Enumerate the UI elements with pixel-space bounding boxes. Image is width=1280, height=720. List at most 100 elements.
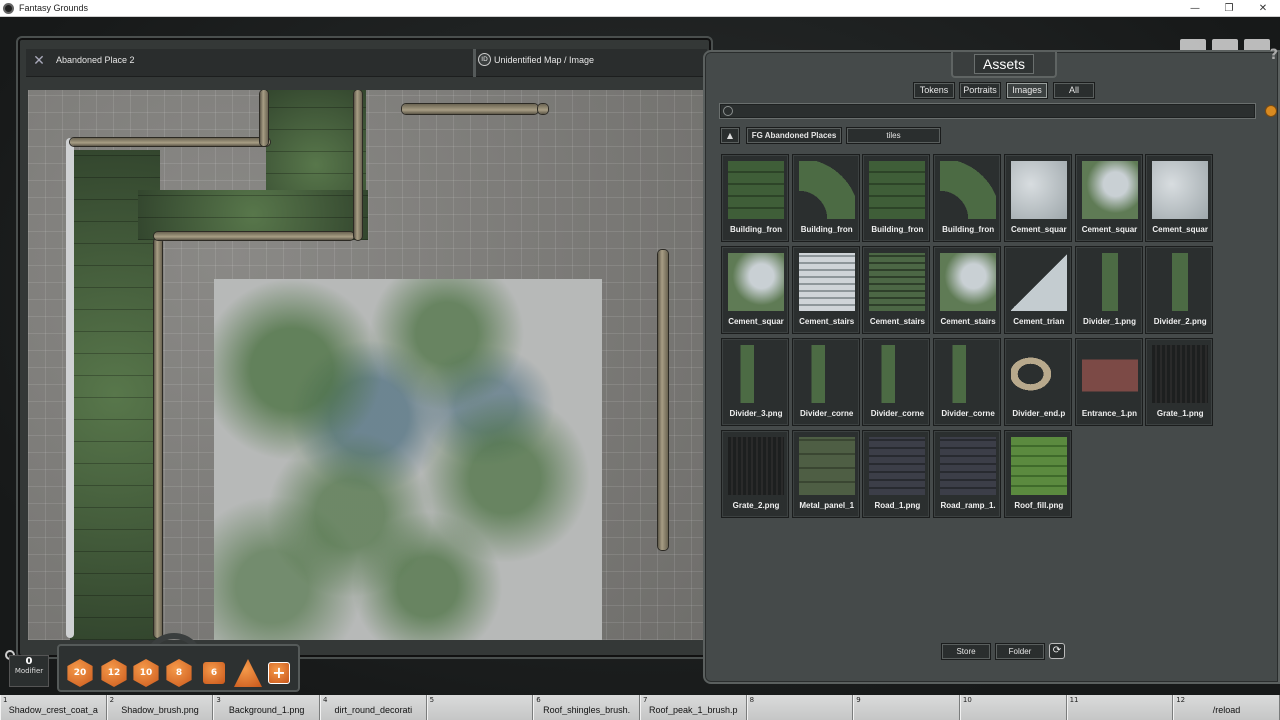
hotkey-slot[interactable]: 5: [426, 695, 534, 720]
asset-thumbnail: [798, 437, 855, 495]
asset-tile[interactable]: Grate_2.png: [721, 430, 789, 518]
asset-search-input[interactable]: [719, 103, 1256, 119]
asset-label: Building_fron: [942, 225, 995, 234]
die-d4-icon[interactable]: [234, 659, 262, 687]
hotkey-slot[interactable]: 11: [1066, 695, 1174, 720]
die-12-icon[interactable]: 12: [101, 659, 127, 687]
folder-up-button[interactable]: ▲: [720, 127, 740, 144]
hotkey-slot[interactable]: 9: [853, 695, 960, 720]
die-20-icon[interactable]: 20: [67, 659, 93, 687]
asset-tile[interactable]: Grate_1.png: [1145, 338, 1214, 426]
asset-label: Divider_corne: [941, 409, 995, 418]
asset-thumbnail: [1010, 345, 1067, 403]
hotkey-label: dirt_round_decorati: [334, 705, 413, 715]
asset-label: Cement_squar: [1011, 225, 1067, 234]
asset-tile[interactable]: Divider_corne: [933, 338, 1002, 426]
asset-thumbnail: [940, 345, 997, 403]
hotkey-number: 10: [962, 696, 972, 704]
asset-tile[interactable]: Metal_panel_1: [791, 430, 860, 518]
asset-tile[interactable]: Cement_squar: [1074, 154, 1143, 242]
hotkey-slot[interactable]: 2 Shadow_brush.png: [106, 695, 214, 720]
asset-tile[interactable]: Building_fron: [862, 154, 931, 242]
asset-label: Grate_1.png: [1156, 409, 1204, 418]
header-divider: [473, 49, 476, 77]
asset-label: Building_fron: [871, 225, 924, 234]
die-add-icon[interactable]: +: [268, 662, 290, 684]
map-canvas[interactable]: [28, 90, 708, 640]
folder-button[interactable]: Folder: [995, 643, 1045, 660]
help-icon[interactable]: ?: [1270, 47, 1278, 63]
asset-label: Building_fron: [800, 225, 853, 234]
asset-label: Road_1.png: [874, 501, 921, 510]
asset-thumbnail: [728, 253, 784, 311]
asset-label: Divider_corne: [870, 409, 925, 418]
hotkey-slot[interactable]: 8: [746, 695, 854, 720]
asset-tile[interactable]: Divider_end.p: [1003, 338, 1072, 426]
hotkey-slot[interactable]: 6 Roof_shingles_brush.: [533, 695, 640, 720]
hotkey-slot[interactable]: 12/reload: [1173, 695, 1280, 720]
window-title: Fantasy Grounds: [19, 3, 89, 13]
asset-thumbnail: [1152, 161, 1209, 219]
asset-label: Cement_stairs: [799, 317, 855, 326]
modifier-box[interactable]: 0 Modifier: [9, 655, 49, 687]
asset-tile[interactable]: Roof_fill.png: [1003, 430, 1072, 518]
map-pipe-joint: [538, 104, 548, 114]
filter-all[interactable]: All: [1053, 82, 1095, 99]
asset-tile[interactable]: Building_fron: [933, 154, 1002, 242]
hotkey-number: 7: [642, 696, 648, 704]
asset-label: Divider_1.png: [1083, 317, 1136, 326]
image-name[interactable]: Abandoned Place 2: [56, 55, 135, 65]
asset-tile[interactable]: Cement_stairs: [933, 246, 1002, 334]
store-button[interactable]: Store: [941, 643, 991, 660]
asset-tile[interactable]: Entrance_1.pn: [1074, 338, 1143, 426]
filter-images[interactable]: Images: [1006, 82, 1048, 99]
asset-tile[interactable]: Divider_3.png: [721, 338, 789, 426]
asset-thumbnail: [1010, 161, 1067, 219]
asset-tile[interactable]: Cement_stairs: [791, 246, 860, 334]
filter-tokens[interactable]: Tokens: [913, 82, 955, 99]
asset-thumbnail: [798, 345, 855, 403]
asset-tile[interactable]: Divider_corne: [791, 338, 860, 426]
asset-thumbnail: [728, 437, 784, 495]
die-6-icon[interactable]: 6: [203, 662, 225, 684]
path-subfolder[interactable]: tiles: [846, 127, 941, 144]
path-folder[interactable]: FG Abandoned Places: [746, 127, 842, 144]
asset-tile[interactable]: Divider_corne: [862, 338, 931, 426]
close-icon[interactable]: ✕: [30, 52, 48, 70]
maximize-button[interactable]: ❐: [1212, 3, 1246, 14]
close-window-button[interactable]: ✕: [1246, 3, 1280, 14]
refresh-icon[interactable]: ⟳: [1049, 643, 1065, 659]
hotkey-label: Shadow_brush.png: [121, 705, 199, 715]
asset-label: Metal_panel_1: [799, 501, 855, 510]
asset-tile[interactable]: Cement_squar: [721, 246, 789, 334]
asset-tile[interactable]: Divider_2.png: [1145, 246, 1214, 334]
asset-label: Divider_2.png: [1153, 317, 1207, 326]
assets-title: Assets: [951, 52, 1057, 78]
asset-tile[interactable]: Building_fron: [721, 154, 789, 242]
hotkey-slot[interactable]: 3 Background_1.png: [213, 695, 320, 720]
map-wall-vert: [260, 90, 268, 146]
hotkey-slot[interactable]: 4 dirt_round_decorati: [319, 695, 427, 720]
hotkey-number: 8: [749, 696, 755, 704]
hotkey-slot[interactable]: 10: [959, 695, 1067, 720]
filter-portraits[interactable]: Portraits: [959, 82, 1001, 99]
die-8-icon[interactable]: 8: [166, 659, 192, 687]
minimize-button[interactable]: —: [1178, 3, 1212, 14]
asset-label: Entrance_1.pn: [1081, 409, 1138, 418]
id-icon[interactable]: ID: [478, 53, 491, 66]
hotkey-slot[interactable]: 7 Roof_peak_1_brush.p: [639, 695, 747, 720]
asset-tile[interactable]: Cement_squar: [1145, 154, 1214, 242]
unidentified-name[interactable]: Unidentified Map / Image: [494, 55, 594, 65]
asset-tile[interactable]: Road_ramp_1.: [933, 430, 1002, 518]
grid-view-icon[interactable]: [1265, 105, 1277, 117]
asset-tile[interactable]: Building_fron: [791, 154, 860, 242]
asset-tile[interactable]: Cement_trian: [1003, 246, 1072, 334]
asset-tile[interactable]: Cement_squar: [1003, 154, 1072, 242]
hotkey-slot[interactable]: 1 Shadow_crest_coat_a: [0, 695, 107, 720]
asset-tile[interactable]: Road_1.png: [862, 430, 931, 518]
asset-tile[interactable]: Divider_1.png: [1074, 246, 1143, 334]
hotkey-label: Shadow_crest_coat_a: [8, 705, 98, 715]
die-10-icon[interactable]: 10: [133, 659, 159, 687]
asset-label: Cement_trian: [1013, 317, 1065, 326]
asset-tile[interactable]: Cement_stairs: [862, 246, 931, 334]
